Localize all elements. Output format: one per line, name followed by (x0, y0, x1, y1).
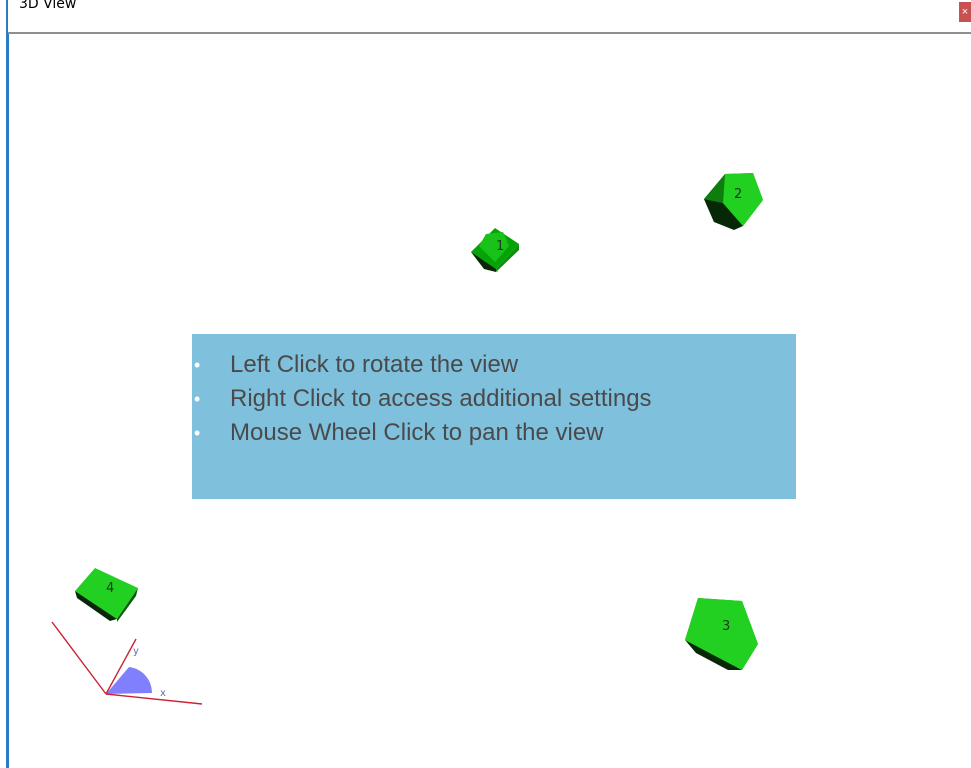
axis-y-label: y (133, 646, 139, 657)
help-item-pan: • Mouse Wheel Click to pan the view (192, 415, 796, 449)
axis-line-left (51, 621, 107, 695)
axis-line-x (105, 693, 203, 705)
close-button[interactable]: × (959, 2, 971, 22)
close-icon: × (961, 6, 969, 18)
help-item-rotate: • Left Click to rotate the view (192, 347, 796, 381)
axes-gizmo: x y (51, 621, 203, 705)
bullet-icon: • (194, 423, 201, 443)
cube-2[interactable]: 2 (704, 173, 763, 230)
help-list: • Left Click to rotate the view • Right … (192, 347, 796, 449)
cube-1-label: 1 (496, 239, 504, 254)
3d-view-window: 3D View × 1 2 3 4 x y • Left Click to ro… (0, 0, 971, 768)
title-bar[interactable]: 3D View × (8, 0, 971, 34)
cube-4-label: 4 (106, 581, 114, 596)
help-text-pan: Mouse Wheel Click to pan the view (230, 419, 604, 446)
cube-3[interactable]: 3 (685, 598, 758, 670)
window-title: 3D View (19, 0, 77, 12)
help-item-settings: • Right Click to access additional setti… (192, 381, 796, 415)
cube-2-left-face (704, 174, 725, 203)
bullet-icon: • (194, 389, 201, 409)
cube-4[interactable]: 4 (75, 568, 138, 622)
cube-2-label: 2 (734, 187, 742, 202)
axis-x-label: x (160, 688, 166, 699)
cube-3-top-face (685, 598, 758, 670)
cube-1[interactable]: 1 (471, 228, 519, 272)
bullet-icon: • (194, 355, 201, 375)
help-text-settings: Right Click to access additional setting… (230, 385, 652, 412)
cube-3-label: 3 (722, 619, 730, 634)
help-text-rotate: Left Click to rotate the view (230, 351, 519, 378)
help-overlay: • Left Click to rotate the view • Right … (192, 334, 796, 499)
